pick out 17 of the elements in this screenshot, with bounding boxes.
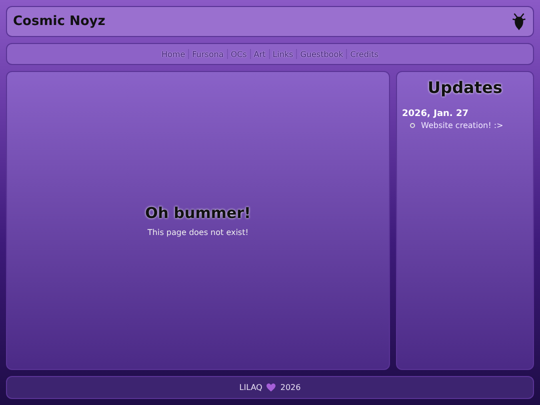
nav-link[interactable]: Credits [350, 50, 378, 58]
footer-name: LILAQ [239, 383, 262, 392]
nav-link[interactable]: Links [272, 50, 294, 58]
heart-icon [266, 383, 276, 392]
nav-link[interactable]: Art [254, 50, 266, 58]
nav-link[interactable]: Guestbook [300, 50, 344, 58]
error-heading: Oh bummer! [145, 204, 251, 222]
nav-link[interactable]: Home [162, 50, 186, 58]
footer-year: 2026 [280, 383, 301, 392]
error-message: This page does not exist! [148, 228, 248, 237]
update-entry: Website creation! :> [421, 121, 504, 130]
bug-icon [511, 12, 527, 31]
nav-link[interactable]: Fursona [192, 50, 224, 58]
nav-link[interactable]: OCs [230, 50, 247, 58]
site-title: Cosmic Noyz [13, 14, 106, 29]
updates-title: Updates [426, 78, 504, 97]
update-date: 2026, Jan. 27 [402, 109, 470, 119]
